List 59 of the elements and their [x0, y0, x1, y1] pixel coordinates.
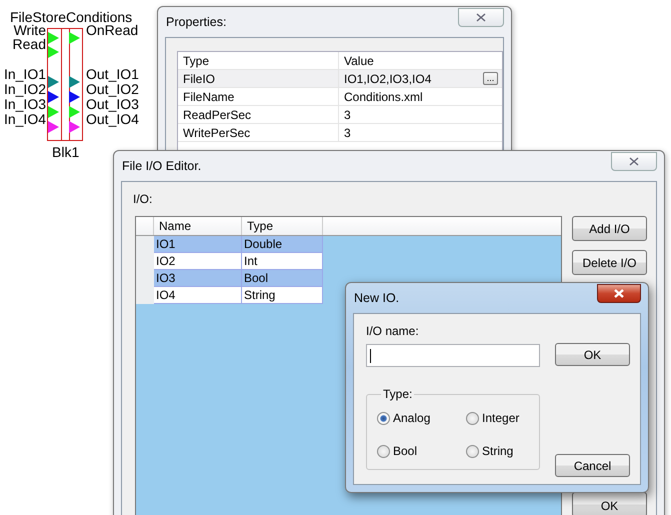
close-icon: [476, 12, 486, 22]
table-cell[interactable]: IO2: [154, 253, 242, 270]
input-port-label: In_IO4: [4, 112, 46, 126]
table-cell[interactable]: String: [242, 287, 323, 304]
output-port-label: OnRead: [86, 23, 138, 37]
input-port-label: In_IO2: [4, 82, 46, 96]
property-row[interactable]: FileIO IO1,IO2,IO3,IO4 ...: [178, 70, 502, 88]
property-name: FileIO: [178, 70, 339, 87]
output-port-label: Out_IO1: [86, 67, 139, 81]
property-value: Conditions.xml: [344, 90, 423, 104]
ok-button[interactable]: OK: [555, 343, 630, 366]
column-header: Type: [178, 52, 339, 69]
input-port-label: In_IO1: [4, 67, 46, 81]
table-cell[interactable]: IO3: [154, 270, 242, 287]
column-header[interactable]: Name: [154, 217, 242, 235]
output-port-label: Out_IO3: [86, 97, 139, 111]
name-input-field[interactable]: [366, 344, 540, 367]
action-button[interactable]: Delete I/O: [572, 250, 647, 275]
property-row[interactable]: ReadPerSec 3: [178, 106, 502, 124]
window-title: Properties:: [165, 15, 226, 29]
output-port-label: Out_IO4: [86, 112, 139, 126]
column-header: Value: [343, 52, 375, 69]
table-cell[interactable]: Int: [242, 253, 323, 270]
list-label: I/O:: [133, 192, 152, 206]
table-cell[interactable]: IO1: [154, 236, 242, 253]
input-port-label: In_IO3: [4, 97, 46, 111]
block-title: FileStoreConditions: [10, 10, 132, 24]
browse-button[interactable]: ...: [483, 72, 498, 85]
property-value: 3: [344, 108, 351, 122]
property-row[interactable]: FileName Conditions.xml: [178, 88, 502, 106]
close-icon: [614, 288, 624, 298]
group-label: Type:: [382, 387, 414, 401]
property-name: WritePerSec: [178, 124, 339, 141]
ok-button[interactable]: OK: [572, 492, 647, 515]
output-port-label: Out_IO2: [86, 82, 139, 96]
radio-option[interactable]: Integer: [466, 411, 539, 425]
column-header[interactable]: Type: [242, 217, 323, 235]
table-cell[interactable]: IO4: [154, 287, 242, 304]
property-name: ReadPerSec: [178, 106, 339, 123]
property-row[interactable]: WritePerSec 3: [178, 124, 502, 142]
input-port-label: Write: [14, 23, 46, 37]
close-button[interactable]: [597, 284, 641, 302]
window-title: File I/O Editor.: [121, 159, 202, 173]
block-label: Blk1: [52, 145, 80, 159]
table-cell[interactable]: Bool: [242, 270, 323, 287]
table-cell[interactable]: Double: [242, 236, 323, 253]
close-icon: [629, 156, 639, 166]
close-button[interactable]: [458, 8, 504, 26]
property-name: FileName: [178, 88, 339, 105]
radio-option[interactable]: Bool: [377, 444, 466, 458]
radio-option[interactable]: String: [466, 444, 539, 458]
radio-option[interactable]: Analog: [377, 411, 466, 425]
input-port-label: Read: [12, 37, 46, 51]
action-button[interactable]: Add I/O: [572, 216, 647, 241]
field-label: I/O name:: [366, 324, 420, 340]
window-title: New IO.: [353, 291, 400, 305]
property-value: IO1,IO2,IO3,IO4: [344, 72, 432, 86]
cancel-button[interactable]: Cancel: [555, 454, 630, 477]
property-value: 3: [344, 126, 351, 140]
